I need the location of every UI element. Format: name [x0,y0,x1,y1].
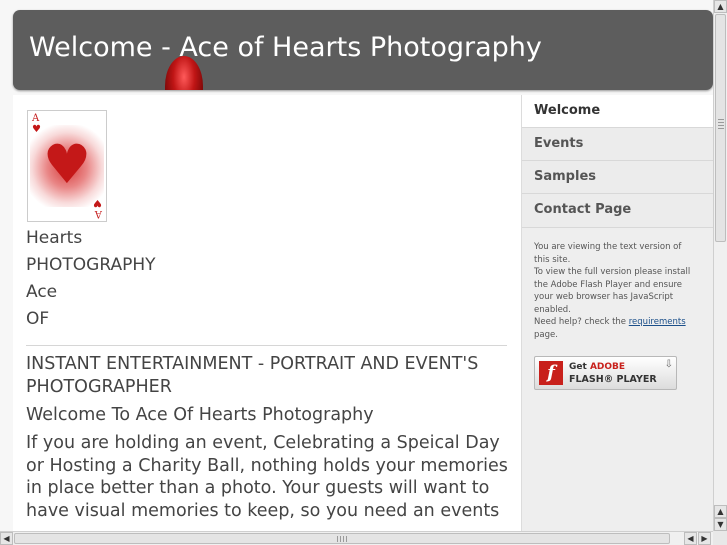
vertical-scrollbar[interactable]: ▲ ▲ ▼ [713,0,727,531]
sidebar: Welcome Events Samples Contact Page You … [521,95,714,531]
nav-item-contact-page[interactable]: Contact Page [522,194,714,228]
notice-line-2: To view the full version please install … [534,267,691,315]
flash-get-text: Get ADOBE [569,362,626,372]
nav-item-samples[interactable]: Samples [522,161,714,194]
flash-notice: You are viewing the text version of this… [534,241,694,341]
notice-line-1: You are viewing the text version of this… [534,242,682,265]
notice-help-prefix: Need help? check the [534,317,629,327]
get-flash-player-button[interactable]: f Get ADOBE FLASH® PLAYER ⇩ [534,356,677,390]
thumb-grip [718,119,724,131]
logo-text-photography: PHOTOGRAPHY [26,255,156,275]
scroll-left-button[interactable]: ◀ [0,532,13,545]
thumb-grip [337,536,349,542]
logo-text-ace: Ace [26,282,58,302]
logo-text-hearts: Hearts [26,228,83,248]
horizontal-scrollbar[interactable]: ◀ ◀ ▶ [0,531,713,545]
vertical-scroll-thumb[interactable] [715,14,726,242]
scroll-down-button[interactable]: ▼ [714,518,727,531]
heart-icon: ♥ [42,133,92,196]
notice-help-suffix: page. [534,329,558,340]
scrollbar-corner [713,531,727,545]
logo-text-of: OF [26,309,50,329]
content-divider [26,345,507,346]
page-title: Welcome - Ace of Hearts Photography [29,32,542,63]
download-arrow-icon: ⇩ [664,359,673,370]
requirements-link[interactable]: requirements [629,317,686,327]
site-header: Welcome - Ace of Hearts Photography [13,10,713,90]
scroll-up-button-lower[interactable]: ▲ [714,505,727,518]
scroll-right-button[interactable]: ▶ [698,532,711,545]
nav-item-welcome[interactable]: Welcome [522,95,714,128]
welcome-subheading: Welcome To Ace Of Hearts Photography [26,405,374,425]
main-heading: INSTANT ENTERTAINMENT - PORTRAIT AND EVE… [26,354,479,397]
horizontal-scroll-thumb[interactable] [14,533,670,544]
main-content: A ♥ ♥ A ♥ Hearts PHOTOGRAPHY Ace OF INSTAN… [13,95,521,531]
card-corner-bottom: A ♥ [93,197,102,219]
flash-player-text: FLASH® PLAYER [569,374,657,385]
scroll-up-button[interactable]: ▲ [714,0,727,13]
intro-paragraph: If you are holding an event, Celebrating… [26,433,508,521]
nav-item-events[interactable]: Events [522,128,714,161]
ace-of-hearts-logo: A ♥ ♥ A ♥ [27,110,107,222]
flash-logo-icon: f [539,361,563,385]
card-corner-top: A ♥ [32,113,41,135]
scroll-left-button-right[interactable]: ◀ [684,532,697,545]
